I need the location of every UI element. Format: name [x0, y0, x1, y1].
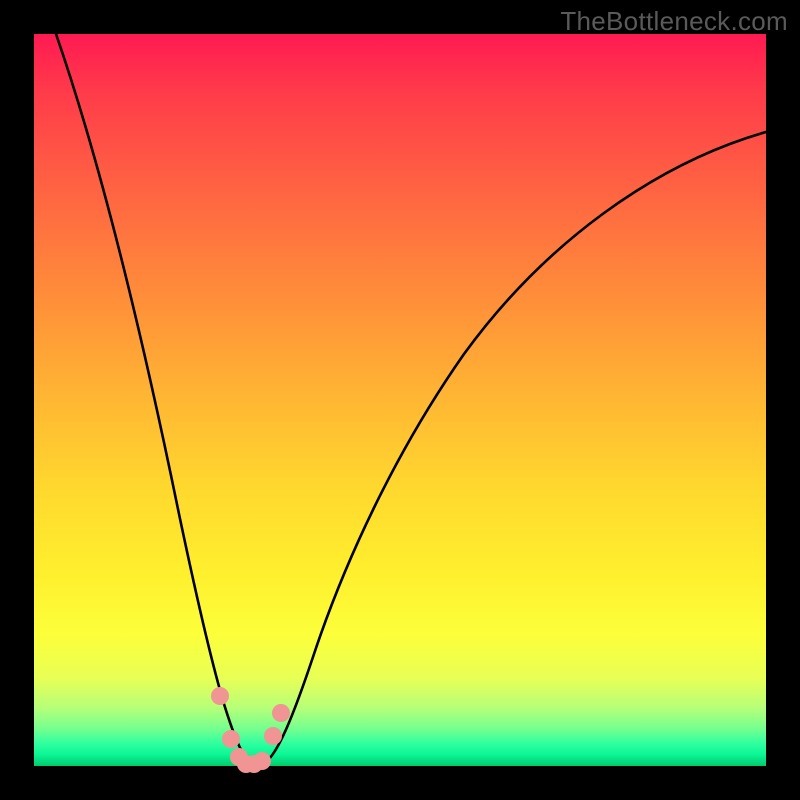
- data-point: [264, 727, 282, 745]
- data-point: [211, 687, 229, 705]
- curve-layer: [34, 34, 766, 766]
- data-point: [253, 752, 271, 770]
- watermark-text: TheBottleneck.com: [560, 6, 788, 37]
- data-point: [272, 704, 290, 722]
- data-point: [222, 730, 240, 748]
- plot-area: [34, 34, 766, 766]
- chart-frame: TheBottleneck.com: [0, 0, 800, 800]
- bottleneck-curve: [56, 34, 766, 764]
